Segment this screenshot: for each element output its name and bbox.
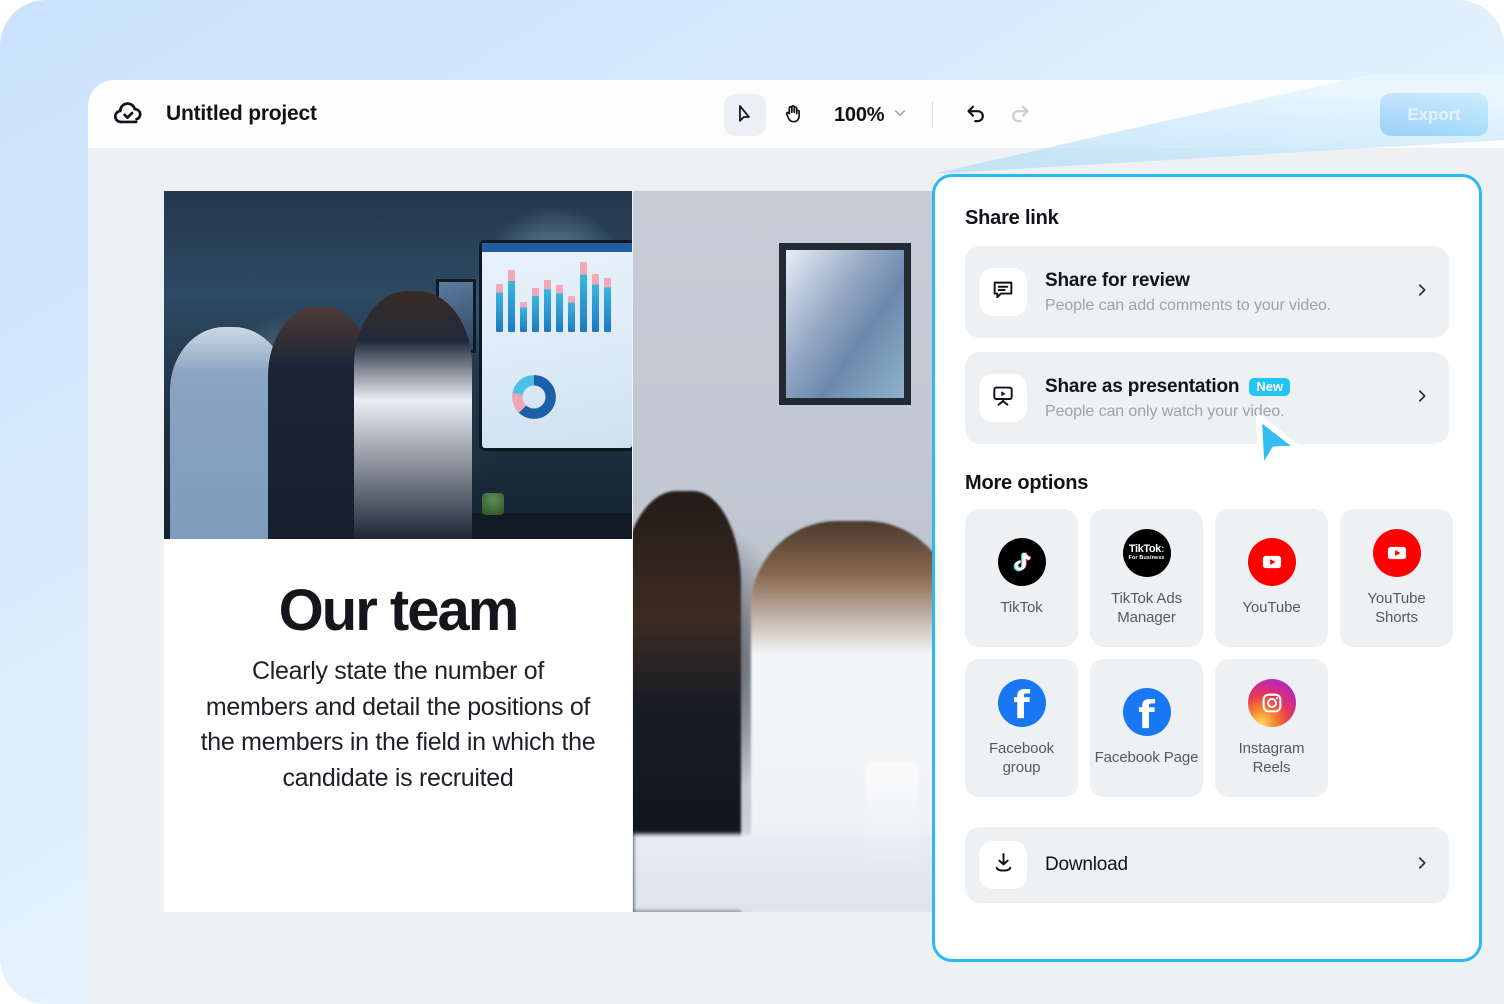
photo-dashboard-screen bbox=[482, 243, 632, 448]
facebook-f-glyph: f bbox=[1013, 683, 1030, 728]
tiktok-ads-word: TikTok bbox=[1128, 542, 1161, 555]
social-tile-label: Facebook group bbox=[988, 739, 1055, 777]
cursor-select-icon bbox=[734, 103, 756, 128]
youtube-icon bbox=[1247, 538, 1296, 587]
comment-bubble-icon-tile bbox=[979, 268, 1027, 316]
brand-area: Untitled project bbox=[112, 80, 317, 148]
share-for-review-text: Share for review People can add comments… bbox=[1045, 270, 1413, 315]
social-tile-instagram-reels[interactable]: Instagram Reels bbox=[1215, 659, 1328, 797]
social-share-grid: TikTok TikTok: For Business TikTok Ads M… bbox=[965, 509, 1453, 797]
social-tile-label: TikTok bbox=[1000, 599, 1043, 617]
redo-button[interactable] bbox=[1001, 96, 1039, 134]
tiktok-ads-dots: : bbox=[1160, 542, 1165, 555]
social-tile-label: YouTube Shorts bbox=[1367, 589, 1426, 627]
social-tile-tiktok-ads-manager[interactable]: TikTok: For Business TikTok Ads Manager bbox=[1090, 509, 1203, 647]
chevron-down-icon bbox=[892, 105, 908, 126]
social-tile-facebook-group[interactable]: f Facebook group bbox=[965, 659, 1078, 797]
toolbar-divider bbox=[932, 102, 934, 128]
photo-glass bbox=[865, 762, 919, 872]
youtube-shorts-icon bbox=[1372, 528, 1421, 577]
undo-icon bbox=[963, 100, 989, 131]
chevron-right-icon bbox=[1413, 281, 1431, 304]
presentation-play-icon-tile bbox=[979, 374, 1027, 422]
more-options-heading: More options bbox=[965, 472, 1089, 494]
share-for-review-subtitle: People can add comments to your video. bbox=[1045, 296, 1332, 314]
redo-icon bbox=[1007, 100, 1033, 131]
tiktok-icon bbox=[997, 538, 1046, 587]
social-tile-tiktok[interactable]: TikTok bbox=[965, 509, 1078, 647]
download-title: Download bbox=[1045, 854, 1413, 876]
tiktok-for-business-icon: TikTok: For Business bbox=[1122, 528, 1171, 577]
project-title[interactable]: Untitled project bbox=[166, 102, 317, 126]
facebook-icon: f bbox=[1122, 688, 1171, 738]
share-as-presentation-subtitle: People can only watch your video. bbox=[1045, 402, 1285, 420]
social-tile-youtube[interactable]: YouTube bbox=[1215, 509, 1328, 647]
share-as-presentation-text: Share as presentation New People can onl… bbox=[1045, 376, 1413, 421]
download-icon bbox=[991, 850, 1016, 880]
tiktok-ads-tagline: For Business bbox=[1128, 554, 1165, 561]
undo-button[interactable] bbox=[957, 96, 995, 134]
chevron-right-icon bbox=[1413, 854, 1431, 877]
instagram-icon bbox=[1247, 678, 1296, 727]
download-icon-tile bbox=[979, 841, 1027, 889]
share-as-presentation-row[interactable]: Share as presentation New People can onl… bbox=[965, 352, 1449, 444]
social-tile-facebook-page[interactable]: f Facebook Page bbox=[1090, 659, 1203, 797]
presentation-play-icon bbox=[990, 383, 1016, 414]
top-toolbar: Untitled project 100% Export bbox=[88, 80, 1504, 148]
hand-pan-tool-button[interactable] bbox=[772, 94, 814, 136]
social-tile-label: Instagram Reels bbox=[1238, 739, 1305, 777]
share-as-presentation-title: Share as presentation New bbox=[1045, 376, 1413, 398]
facebook-icon: f bbox=[997, 678, 1046, 728]
slide-heading: Our team bbox=[278, 578, 520, 643]
social-tile-youtube-shorts[interactable]: YouTube Shorts bbox=[1340, 509, 1453, 647]
comment-bubble-icon bbox=[990, 277, 1016, 308]
social-tile-label: Facebook Page bbox=[1094, 749, 1199, 767]
toolbar-tools: 100% bbox=[724, 94, 1039, 136]
slide-text-block: Our team Clearly state the number of mem… bbox=[164, 539, 632, 912]
slide-photo-team-presentation bbox=[164, 191, 632, 539]
zoom-level-value: 100% bbox=[834, 103, 885, 126]
zoom-control[interactable]: 100% bbox=[834, 104, 908, 127]
cursor-select-tool-button[interactable] bbox=[724, 94, 766, 136]
share-for-review-title-label: Share for review bbox=[1045, 269, 1190, 291]
export-button[interactable]: Export bbox=[1380, 93, 1488, 136]
tiktok-ads-wordmark: TikTok: bbox=[1128, 542, 1165, 555]
new-badge: New bbox=[1249, 377, 1291, 396]
share-as-presentation-title-label: Share as presentation bbox=[1045, 375, 1240, 397]
hand-pan-icon bbox=[782, 103, 804, 128]
download-label: Download bbox=[1045, 854, 1128, 875]
download-text: Download bbox=[1045, 854, 1413, 876]
cloud-check-icon bbox=[112, 97, 146, 131]
share-for-review-title: Share for review bbox=[1045, 270, 1413, 292]
chevron-right-icon bbox=[1413, 387, 1431, 410]
slide-body-text: Clearly state the number of members and … bbox=[200, 657, 596, 792]
share-link-panel: Share link Share for review People can a… bbox=[932, 174, 1482, 962]
social-tile-label: YouTube bbox=[1242, 599, 1301, 617]
facebook-f-glyph: f bbox=[1138, 693, 1155, 738]
page-root: Untitled project 100% Export Our team Cl… bbox=[0, 0, 1504, 1004]
share-for-review-row[interactable]: Share for review People can add comments… bbox=[965, 246, 1449, 338]
photo-wall-frame bbox=[779, 243, 911, 405]
slide-our-team[interactable]: Our team Clearly state the number of mem… bbox=[164, 191, 632, 912]
share-link-heading: Share link bbox=[965, 207, 1059, 229]
download-row[interactable]: Download bbox=[965, 827, 1449, 903]
social-tile-label: TikTok Ads Manager bbox=[1111, 589, 1182, 627]
